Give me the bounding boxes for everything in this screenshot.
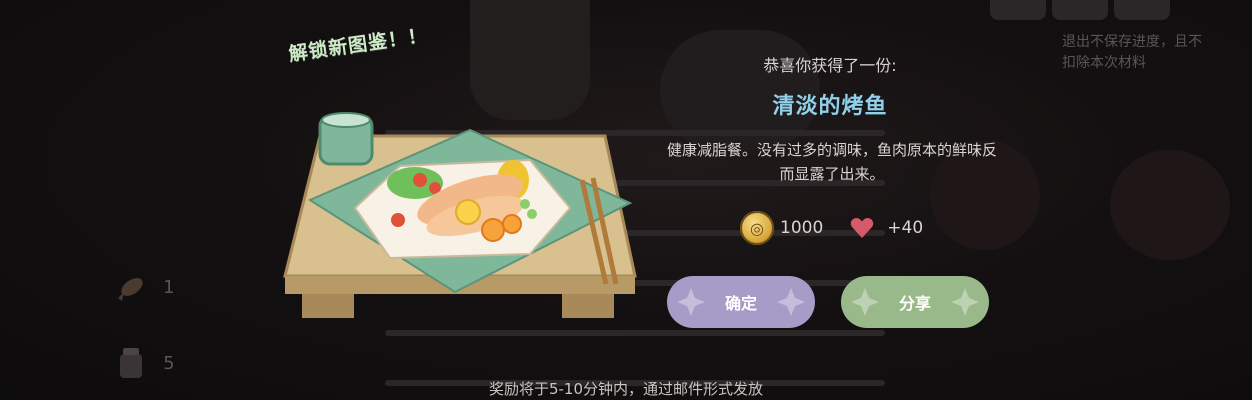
- fish-icon: [112, 268, 150, 306]
- jar-icon: [112, 344, 150, 382]
- heart-icon: [849, 215, 875, 241]
- flower-deco-icon: [777, 288, 805, 316]
- coin-icon: ◎: [740, 211, 774, 245]
- footer-note: 奖励将于5-10分钟内，通过邮件形式发放: [488, 380, 764, 398]
- congrats-text: 恭喜你获得了一份:: [763, 56, 897, 75]
- reward-row: ◎ 1000 +40: [740, 210, 923, 246]
- confirm-label: 确定: [724, 294, 757, 313]
- flower-deco-icon: [677, 288, 705, 316]
- resource-jar: 5: [112, 344, 175, 382]
- flower-deco-icon: [851, 288, 879, 316]
- resource-fish: 1: [112, 268, 175, 306]
- dish-description: 健康减脂餐。没有过多的调味，鱼肉原本的鲜味反而显露了出来。: [666, 141, 997, 183]
- resource-fish-count: 1: [163, 276, 175, 298]
- resource-jar-count: 5: [163, 352, 175, 374]
- dish-illustration: [280, 108, 640, 328]
- affinity-value: +40: [887, 218, 924, 238]
- confirm-button[interactable]: 确定: [667, 276, 815, 328]
- flower-deco-icon: [951, 288, 979, 316]
- share-button[interactable]: 分享: [841, 276, 989, 328]
- dish-name: 清淡的烤鱼: [772, 94, 888, 119]
- share-label: 分享: [898, 294, 931, 313]
- result-panel: 恭喜你获得了一份: 清淡的烤鱼 健康减脂餐。没有过多的调味，鱼肉原本的鲜味反而显…: [650, 0, 1010, 400]
- coin-value: 1000: [780, 218, 824, 238]
- exit-note: 退出不保存进度，且不扣除本次材料: [1062, 34, 1202, 71]
